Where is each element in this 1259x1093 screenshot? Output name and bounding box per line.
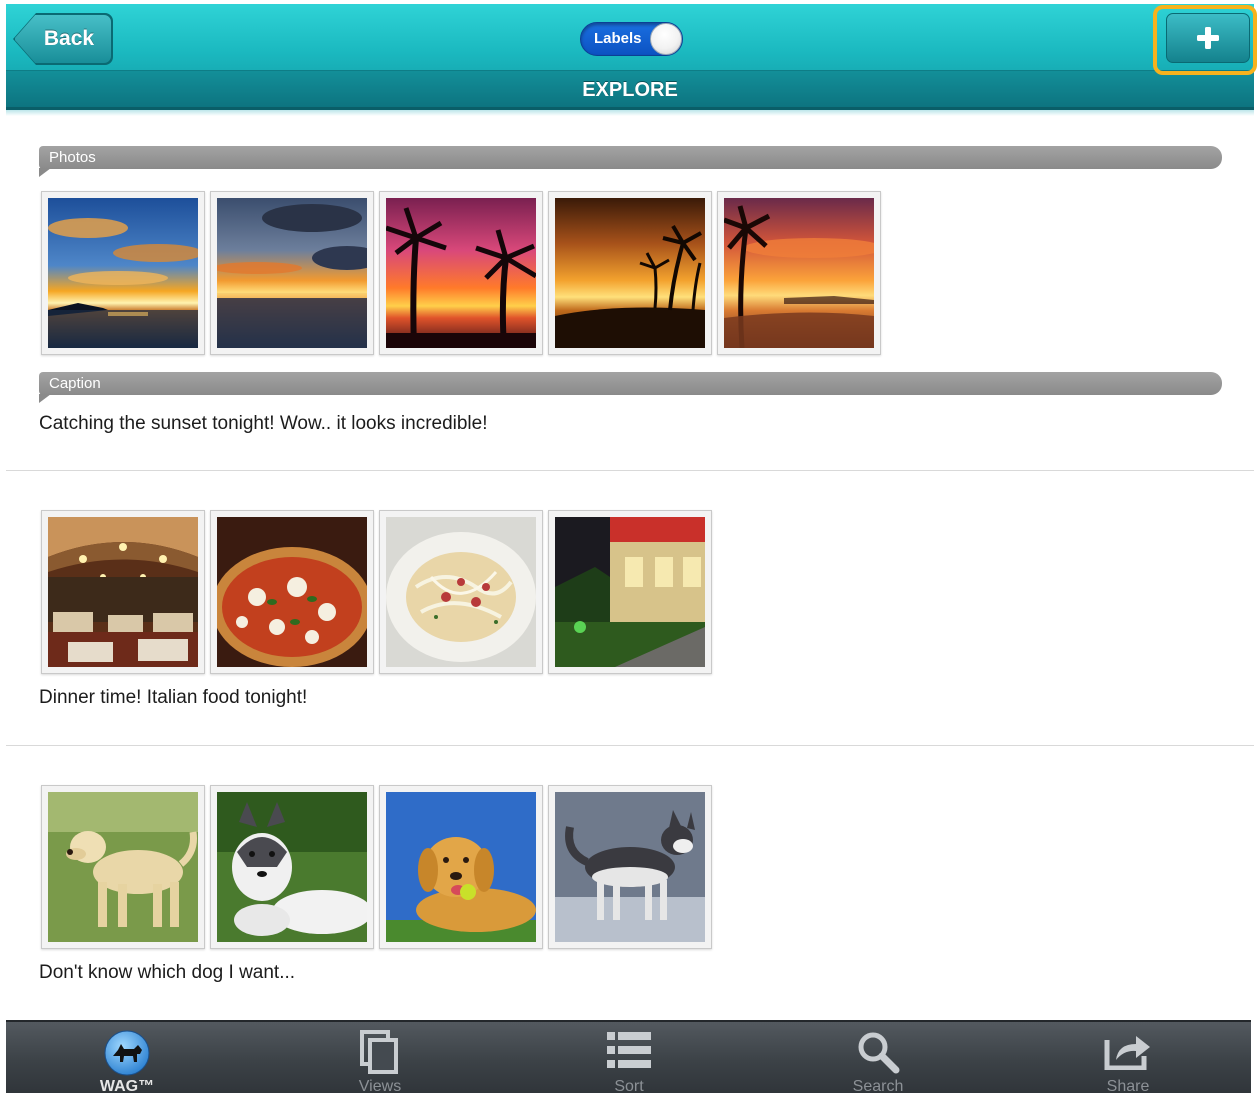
labels-toggle-label: Labels <box>594 30 642 47</box>
caption-section-header: Caption <box>39 372 1222 403</box>
views-icon <box>359 1030 401 1079</box>
photo-thumbnail[interactable] <box>210 191 374 355</box>
photo-pizza <box>217 517 367 667</box>
photo-husky-standing <box>555 792 705 942</box>
labels-toggle[interactable]: Labels <box>580 22 683 56</box>
list-icon <box>606 1030 652 1075</box>
add-button[interactable] <box>1166 13 1250 63</box>
photo-husky-lying <box>217 792 367 942</box>
photo-thumbnail[interactable] <box>379 191 543 355</box>
header-shadow <box>6 110 1254 116</box>
tab-label: Sort <box>614 1078 644 1093</box>
photo-thumbnail[interactable] <box>41 510 205 674</box>
photo-pasta-plate <box>386 517 536 667</box>
photo-sunset-clouds <box>48 198 198 348</box>
photo-thumbnail[interactable] <box>548 510 712 674</box>
photo-thumbnail[interactable] <box>41 191 205 355</box>
photo-restaurant-patio <box>555 517 705 667</box>
photo-thumbnail[interactable] <box>379 785 543 949</box>
photo-palm-shore-sunset <box>724 198 874 348</box>
tab-label: Search <box>852 1078 904 1093</box>
plus-icon <box>1197 27 1219 49</box>
post-caption: Don't know which dog I want... <box>39 962 296 983</box>
tab-wag[interactable]: WAG™ <box>27 1022 227 1093</box>
photo-thumbnail[interactable] <box>379 510 543 674</box>
photo-thumbnail[interactable] <box>41 785 205 949</box>
tab-search[interactable]: Search <box>778 1022 978 1093</box>
page-title: EXPLORE <box>582 79 678 101</box>
share-icon <box>1104 1030 1152 1075</box>
bottom-tab-bar: WAG™ Views Sort Search Share <box>6 1020 1251 1093</box>
tab-sort[interactable]: Sort <box>529 1022 729 1093</box>
tab-views[interactable]: Views <box>280 1022 480 1093</box>
photo-palm-sunset-pink <box>386 198 536 348</box>
photo-thumbnail[interactable] <box>717 191 881 355</box>
post-divider <box>6 745 1254 746</box>
toggle-knob[interactable] <box>650 23 682 55</box>
photo-sunset-ocean <box>217 198 367 348</box>
photo-thumbnail[interactable] <box>210 785 374 949</box>
tab-label: Share <box>1106 1078 1150 1093</box>
photo-thumbnail[interactable] <box>548 191 712 355</box>
top-nav-bar: EXPLORE <box>6 4 1254 116</box>
photo-thumbnail[interactable] <box>210 510 374 674</box>
tab-share[interactable]: Share <box>1028 1022 1228 1093</box>
photo-thumbnail[interactable] <box>548 785 712 949</box>
search-icon <box>856 1030 900 1079</box>
post-caption: Dinner time! Italian food tonight! <box>39 687 308 708</box>
photos-section-header: Photos <box>39 146 1222 177</box>
post-divider <box>6 470 1254 471</box>
photo-golden-retriever <box>386 792 536 942</box>
photo-palm-beach-sunset <box>555 198 705 348</box>
dog-logo-icon <box>104 1030 150 1081</box>
photo-yellow-labrador <box>48 792 198 942</box>
tab-label: WAG™ <box>99 1078 155 1093</box>
photo-restaurant-interior <box>48 517 198 667</box>
tab-label: Views <box>358 1078 402 1093</box>
post-caption: Catching the sunset tonight! Wow.. it lo… <box>39 413 488 434</box>
